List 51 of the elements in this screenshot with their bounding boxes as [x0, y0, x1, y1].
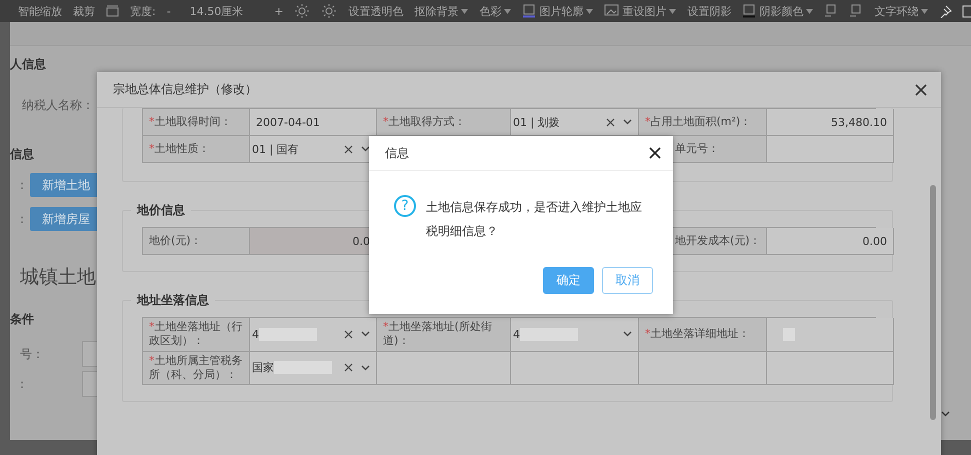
select-field[interactable]: 01 | 国有: [252, 138, 370, 160]
field-label: :: [20, 377, 26, 391]
field-label: 纳税人名称：: [21, 96, 94, 114]
field-label: 地价(元)：: [149, 234, 202, 248]
select-field[interactable]: 01 | 划拨: [513, 111, 632, 133]
select-field[interactable]: 4: [513, 323, 632, 346]
increase-button[interactable]: +: [274, 4, 284, 18]
field-label: *占用土地面积(m²)：: [645, 114, 752, 130]
toolbar-button[interactable]: 设置阴影: [687, 4, 732, 18]
dropdown-button[interactable]: 文字环绕: [874, 4, 928, 18]
toolbar-button[interactable]: 智能缩放: [18, 4, 62, 18]
dropdown-button[interactable]: 阴影颜色: [742, 4, 814, 18]
toolbar-button[interactable]: 裁剪: [73, 4, 95, 18]
dialog-title: 信息: [385, 144, 409, 162]
confirm-button[interactable]: 确定: [543, 267, 594, 294]
section-legend: 地址坐落信息: [131, 292, 215, 309]
decrease-button[interactable]: -: [166, 4, 171, 18]
cancel-button[interactable]: 取消: [602, 267, 653, 294]
question-icon: ?: [394, 195, 416, 217]
field-value: 0.0: [352, 234, 370, 248]
field-label: *土地取得方式：: [383, 114, 466, 130]
section-title: 条件: [10, 312, 34, 326]
field-label: *土地坐落地址(所处街道)：: [383, 320, 493, 349]
modal-title: 宗地总体信息维护（修改）: [113, 81, 257, 98]
dropdown-button[interactable]: 抠除背景: [414, 4, 468, 18]
dropdown-button[interactable]: 色彩: [479, 4, 512, 18]
dialog-message: 土地信息保存成功，是否进入维护土地应税明细信息？: [426, 199, 643, 240]
page-heading: 城镇土地: [20, 266, 96, 288]
dropdown-button[interactable]: 图片轮廓: [522, 4, 594, 18]
field-label: 单元号：: [675, 142, 719, 156]
field-value: 2007-04-01: [256, 116, 321, 128]
section-title: 信息: [10, 147, 34, 161]
field-label: :: [20, 178, 24, 192]
field-label: :: [20, 212, 24, 226]
field-label: *土地性质：: [149, 142, 210, 156]
select-field[interactable]: 4: [252, 323, 370, 346]
width-label: 宽度:: [130, 4, 156, 18]
toolbar-button[interactable]: 设置透明色: [348, 4, 404, 18]
field-value: 0.00: [862, 234, 887, 248]
field-label: *土地取得时间：: [149, 114, 232, 130]
field-value: 53,480.10: [830, 116, 887, 128]
section-legend: 地价信息: [131, 202, 191, 219]
field-label: 号：: [20, 346, 45, 362]
width-value[interactable]: 14.50厘米: [182, 4, 264, 18]
field-label: *土地坐落地址（行政区划）：: [149, 320, 243, 349]
dropdown-button[interactable]: 重设图片: [604, 4, 676, 18]
field-label: *土地所属主管税务所（科、分局）：: [149, 354, 243, 382]
section-title: 人信息: [10, 57, 46, 71]
select-field[interactable]: 国家: [252, 356, 370, 379]
field-label: *土地坐落详细地址：: [645, 327, 750, 342]
field-label: 地开发成本(元)：: [675, 234, 761, 248]
